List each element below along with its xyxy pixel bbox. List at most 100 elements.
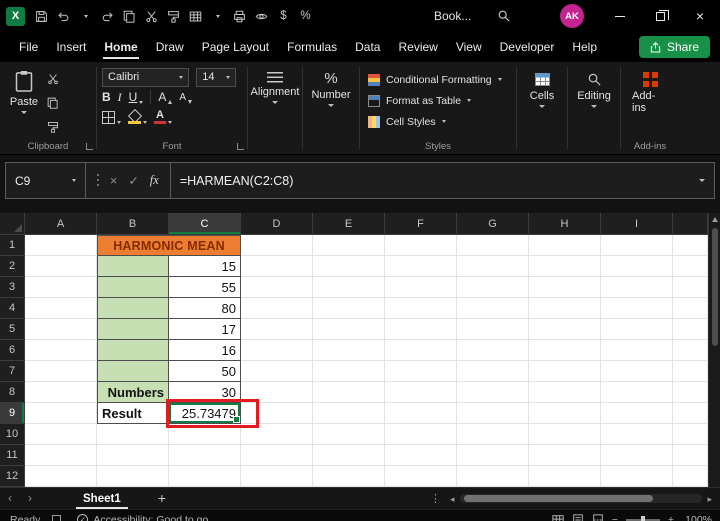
close-button[interactable]: × (680, 0, 720, 32)
decrease-font-button[interactable]: A (179, 91, 193, 104)
number-button[interactable]: % Number (308, 69, 354, 107)
clipboard-dialog-launcher-icon[interactable] (86, 143, 93, 150)
cell-D2[interactable] (241, 256, 313, 277)
minimize-button[interactable] (600, 0, 640, 32)
name-box[interactable]: C9 (6, 163, 86, 198)
cell-D10[interactable] (241, 424, 313, 445)
cell-partial-row-3[interactable] (673, 277, 708, 298)
cell-B10[interactable] (97, 424, 169, 445)
cell-F2[interactable] (385, 256, 457, 277)
cell-C9[interactable]: 25.73479 (169, 403, 241, 424)
printer-icon[interactable] (229, 4, 250, 28)
zoom-slider-thumb[interactable] (640, 515, 645, 521)
alignment-button[interactable]: Alignment (251, 69, 299, 104)
cell-C2[interactable]: 15 (169, 256, 241, 277)
row-header-2[interactable]: 2 (0, 256, 25, 277)
cell-H12[interactable] (529, 466, 601, 487)
menu-tab-draw[interactable]: Draw (147, 32, 193, 62)
cell-F11[interactable] (385, 445, 457, 466)
menu-tab-developer[interactable]: Developer (491, 32, 564, 62)
copy-icon[interactable] (47, 96, 59, 114)
fill-color-button[interactable] (128, 111, 147, 124)
column-header-D[interactable]: D (241, 213, 313, 235)
cell-C6[interactable]: 16 (169, 340, 241, 361)
cell-partial-row-12[interactable] (673, 466, 708, 487)
cell-I10[interactable] (601, 424, 673, 445)
cell-A12[interactable] (25, 466, 97, 487)
horizontal-scrollbar-track[interactable] (459, 494, 703, 503)
cell-A7[interactable] (25, 361, 97, 382)
undo-menu-chevron-icon[interactable] (75, 4, 96, 28)
cell-C7[interactable]: 50 (169, 361, 241, 382)
cell-D5[interactable] (241, 319, 313, 340)
cell-E1[interactable] (313, 235, 385, 256)
vertical-scrollbar-thumb[interactable] (712, 228, 718, 346)
redo-icon[interactable] (97, 4, 118, 28)
cell-E3[interactable] (313, 277, 385, 298)
cell-I6[interactable] (601, 340, 673, 361)
formula-input[interactable]: =HARMEAN(C2:C8) (171, 163, 690, 198)
cell-B12[interactable] (97, 466, 169, 487)
row-header-7[interactable]: 7 (0, 361, 25, 382)
horizontal-scrollbar[interactable]: ◂ ▸ (450, 493, 712, 504)
restore-button[interactable] (640, 0, 680, 32)
column-header-G[interactable]: G (457, 213, 529, 235)
cell-A1[interactable] (25, 235, 97, 256)
cell-H10[interactable] (529, 424, 601, 445)
cell-D8[interactable] (241, 382, 313, 403)
column-header-E[interactable]: E (313, 213, 385, 235)
menu-tab-formulas[interactable]: Formulas (278, 32, 346, 62)
cell-partial-row-11[interactable] (673, 445, 708, 466)
cell-I12[interactable] (601, 466, 673, 487)
cell-E5[interactable] (313, 319, 385, 340)
cell-D3[interactable] (241, 277, 313, 298)
format-as-table-button[interactable]: Format as Table (365, 91, 511, 110)
cut-icon[interactable] (141, 4, 162, 28)
font-name-select[interactable]: Calibri (102, 67, 190, 87)
cell-I7[interactable] (601, 361, 673, 382)
insert-function-button[interactable]: fx (150, 173, 159, 188)
cell-G6[interactable] (457, 340, 529, 361)
cell-partial-row-7[interactable] (673, 361, 708, 382)
cell-I5[interactable] (601, 319, 673, 340)
cell-F9[interactable] (385, 403, 457, 424)
cell-I11[interactable] (601, 445, 673, 466)
cell-G8[interactable] (457, 382, 529, 403)
cell-G12[interactable] (457, 466, 529, 487)
cell-B5[interactable] (97, 319, 169, 340)
save-icon[interactable] (31, 4, 52, 28)
cell-partial-row-4[interactable] (673, 298, 708, 319)
zoom-slider[interactable] (625, 515, 660, 521)
cell-A6[interactable] (25, 340, 97, 361)
page-break-view-button[interactable] (592, 513, 604, 521)
cell-D6[interactable] (241, 340, 313, 361)
cell-G7[interactable] (457, 361, 529, 382)
cell-B6[interactable] (97, 340, 169, 361)
row-header-6[interactable]: 6 (0, 340, 25, 361)
cell-E12[interactable] (313, 466, 385, 487)
qat-overflow-chevron-icon[interactable] (207, 4, 228, 28)
cell-E2[interactable] (313, 256, 385, 277)
menu-tab-data[interactable]: Data (346, 32, 389, 62)
next-sheet-button[interactable]: › (20, 488, 40, 509)
cell-partial-row-6[interactable] (673, 340, 708, 361)
addins-button[interactable]: Add-ins (626, 69, 674, 114)
cell-I2[interactable] (601, 256, 673, 277)
cell-C5[interactable]: 17 (169, 319, 241, 340)
cell-partial-row-10[interactable] (673, 424, 708, 445)
cell-H9[interactable] (529, 403, 601, 424)
cell-H8[interactable] (529, 382, 601, 403)
column-header-I[interactable]: I (601, 213, 673, 235)
cell-E9[interactable] (313, 403, 385, 424)
horizontal-scrollbar-thumb[interactable] (463, 495, 654, 502)
column-header-F[interactable]: F (385, 213, 457, 235)
cell-E6[interactable] (313, 340, 385, 361)
increase-font-button[interactable]: A (158, 90, 173, 104)
cell-partial-row-9[interactable] (673, 403, 708, 424)
enter-button[interactable]: ✓ (128, 173, 138, 188)
previous-sheet-button[interactable]: ‹ (0, 488, 20, 509)
cell-D11[interactable] (241, 445, 313, 466)
menu-tab-review[interactable]: Review (389, 32, 446, 62)
cell-styles-button[interactable]: Cell Styles (365, 112, 511, 131)
cell-partial-row-2[interactable] (673, 256, 708, 277)
